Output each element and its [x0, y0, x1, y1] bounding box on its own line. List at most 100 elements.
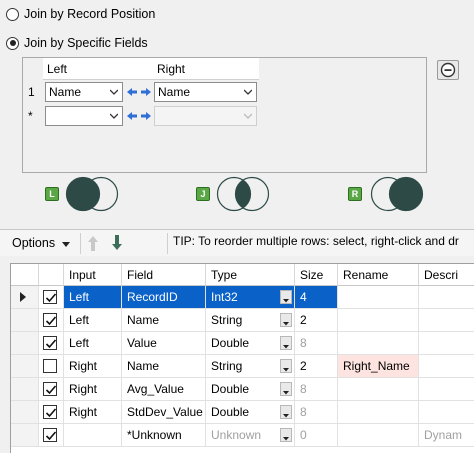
- anchor-badge-r: R: [348, 187, 362, 201]
- type-column-header[interactable]: Type: [206, 264, 295, 286]
- size-column-header[interactable]: Size: [295, 264, 338, 286]
- row-indicator-cell[interactable]: [11, 378, 39, 401]
- description-cell[interactable]: [419, 378, 474, 401]
- size-cell-text: 8: [300, 336, 307, 350]
- rename-cell[interactable]: [338, 424, 419, 447]
- caret-down-icon: [61, 241, 70, 247]
- field-column-header[interactable]: Field: [122, 264, 206, 286]
- field-checkbox[interactable]: [43, 313, 57, 327]
- field-checkbox[interactable]: [43, 405, 57, 419]
- size-cell[interactable]: 2: [295, 355, 338, 378]
- type-cell[interactable]: String: [206, 355, 295, 378]
- join-output-anchor[interactable]: J: [196, 176, 276, 212]
- input-column-header[interactable]: Input: [64, 264, 122, 286]
- input-cell-text: Left: [69, 336, 90, 350]
- description-cell[interactable]: Dynam: [419, 424, 474, 447]
- left-output-anchor[interactable]: L: [45, 176, 125, 212]
- checkmark-icon: [45, 293, 57, 303]
- rename-cell[interactable]: [338, 401, 419, 424]
- caret-down-icon: [283, 391, 289, 395]
- radio-join-by-record-position[interactable]: Join by Record Position: [6, 5, 155, 23]
- type-dropdown-button[interactable]: [280, 336, 292, 350]
- radio-button[interactable]: [6, 36, 19, 50]
- move-down-arrow-icon[interactable]: [111, 234, 123, 251]
- fields-table: Input Field Type Size Rename Descri Left…: [10, 263, 474, 453]
- input-cell: Right: [64, 355, 122, 378]
- select-cell: [39, 332, 64, 355]
- type-dropdown-button[interactable]: [280, 359, 292, 373]
- row-indicator-cell[interactable]: [11, 355, 39, 378]
- row-indicator-cell[interactable]: [11, 286, 39, 309]
- rename-column-header[interactable]: Rename: [338, 264, 419, 286]
- type-dropdown-button[interactable]: [280, 290, 292, 304]
- description-cell[interactable]: [419, 332, 474, 355]
- size-cell[interactable]: 8: [295, 332, 338, 355]
- size-cell[interactable]: 0: [295, 424, 338, 447]
- type-cell[interactable]: Double: [206, 378, 295, 401]
- right-field-value: Name: [158, 85, 191, 99]
- size-cell[interactable]: 4: [295, 286, 338, 309]
- radio-join-by-specific-fields[interactable]: Join by Specific Fields: [6, 34, 148, 52]
- right-field-select[interactable]: Name: [154, 82, 257, 102]
- row-indicator-cell[interactable]: [11, 424, 39, 447]
- size-cell[interactable]: 2: [295, 309, 338, 332]
- rename-cell[interactable]: [338, 286, 419, 309]
- size-cell[interactable]: 8: [295, 378, 338, 401]
- type-dropdown-button[interactable]: [280, 428, 292, 442]
- caret-down-icon: [283, 322, 289, 326]
- size-cell[interactable]: 8: [295, 401, 338, 424]
- field-cell-text: Value: [127, 336, 157, 350]
- type-cell-text: Unknown: [211, 428, 262, 442]
- description-cell[interactable]: [419, 309, 474, 332]
- field-cell: *Unknown: [122, 424, 206, 447]
- caret-down-icon: [283, 414, 289, 418]
- row-indicator-cell[interactable]: [11, 309, 39, 332]
- type-cell[interactable]: Double: [206, 401, 295, 424]
- new-right-field-select: [154, 106, 257, 126]
- input-cell: Left: [64, 286, 122, 309]
- rename-cell[interactable]: Right_Name: [338, 355, 419, 378]
- rename-cell[interactable]: [338, 332, 419, 355]
- options-menu-button[interactable]: Options: [8, 233, 74, 254]
- field-cell-text: RecordID: [127, 290, 178, 304]
- field-cell: Avg_Value: [122, 378, 206, 401]
- chevron-down-icon: [244, 113, 252, 119]
- description-column-header[interactable]: Descri: [419, 264, 474, 286]
- type-cell[interactable]: Unknown: [206, 424, 295, 447]
- swap-arrows-icon[interactable]: [127, 85, 151, 99]
- field-checkbox[interactable]: [43, 336, 57, 350]
- field-checkbox[interactable]: [43, 382, 57, 396]
- type-cell-text: String: [211, 313, 243, 327]
- new-left-field-select[interactable]: [45, 106, 123, 126]
- remove-row-button[interactable]: [437, 60, 459, 80]
- type-cell[interactable]: Double: [206, 332, 295, 355]
- type-dropdown-button[interactable]: [280, 382, 292, 396]
- field-checkbox[interactable]: [43, 359, 57, 373]
- chevron-down-icon: [110, 113, 118, 119]
- row-indicator-header: [11, 264, 39, 286]
- type-cell[interactable]: String: [206, 309, 295, 332]
- rename-cell[interactable]: [338, 309, 419, 332]
- right-output-anchor[interactable]: R: [348, 176, 428, 212]
- description-cell[interactable]: [419, 401, 474, 424]
- radio-button[interactable]: [6, 7, 19, 21]
- rename-cell[interactable]: [338, 378, 419, 401]
- input-cell-text: Left: [69, 313, 90, 327]
- type-cell[interactable]: Int32: [206, 286, 295, 309]
- swap-arrows-icon[interactable]: [127, 109, 151, 123]
- type-dropdown-button[interactable]: [280, 405, 292, 419]
- row-indicator-cell[interactable]: [11, 332, 39, 355]
- caret-down-icon: [283, 368, 289, 372]
- field-cell-text: *Unknown: [127, 428, 182, 442]
- field-checkbox[interactable]: [43, 290, 57, 304]
- description-cell[interactable]: [419, 355, 474, 378]
- field-checkbox[interactable]: [43, 428, 57, 442]
- input-cell-text: Left: [69, 290, 90, 304]
- description-cell[interactable]: [419, 286, 474, 309]
- toolbar-separator: [80, 233, 81, 254]
- venn-right-icon: [370, 176, 424, 212]
- row-indicator-cell[interactable]: [11, 401, 39, 424]
- type-dropdown-button[interactable]: [280, 313, 292, 327]
- left-field-select[interactable]: Name: [45, 82, 123, 102]
- move-up-arrow-icon[interactable]: [87, 235, 99, 252]
